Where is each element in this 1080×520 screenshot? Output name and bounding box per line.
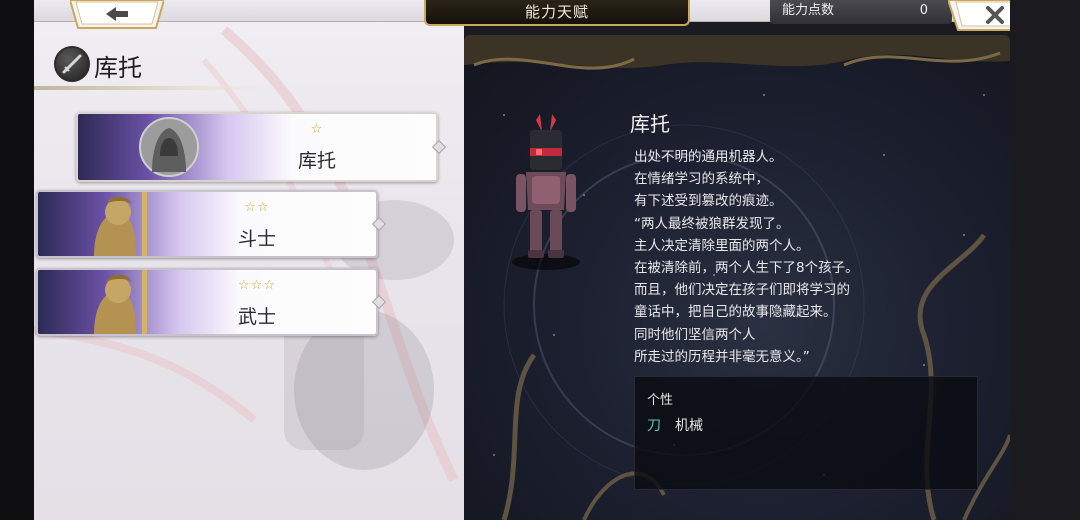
- class-card-kutuo[interactable]: ☆ 库托: [76, 112, 447, 182]
- header-divider: [34, 86, 262, 90]
- rarity-stars: ☆☆: [244, 200, 270, 215]
- back-button[interactable]: [70, 0, 164, 30]
- robot-character-sprite: [512, 114, 580, 270]
- description-line: 在被清除前，两个人生下了8个孩子。: [634, 260, 859, 277]
- rarity-stars: ☆: [310, 122, 324, 137]
- description-line: 主人决定清除里面的两个人。: [634, 237, 810, 254]
- ability-points-display: 能力点数 0: [770, 0, 952, 24]
- character-name: 库托: [94, 54, 142, 82]
- rarity-stars: ☆☆☆: [238, 278, 276, 293]
- class-label: 武士: [237, 306, 276, 328]
- description-line: “两人最终被狼群发现了。: [634, 215, 790, 232]
- ability-points-value: 0: [919, 3, 928, 18]
- sword-emblem-icon: [54, 46, 90, 82]
- blade-trait-icon: 刀: [647, 418, 661, 434]
- traits-title: 个性: [647, 393, 674, 408]
- detail-name: 库托: [630, 112, 670, 136]
- description-line: 而且，他们决定在孩子们即将学习的: [634, 282, 850, 299]
- trait-label: 机械: [675, 418, 703, 434]
- right-letterbox: [1010, 0, 1080, 520]
- traits-box: 个性 刀 机械: [634, 376, 978, 490]
- ability-points-label: 能力点数: [782, 3, 835, 18]
- description-line: 有下述受到篡改的痕迹。: [634, 193, 783, 210]
- left-letterbox: [0, 0, 34, 520]
- description-line: 同时他们坚信两个人: [634, 326, 756, 343]
- class-label: 库托: [297, 150, 336, 172]
- description-line: 在情绪学习的系统中，: [634, 171, 769, 188]
- class-label: 斗士: [237, 228, 276, 250]
- class-card-samurai[interactable]: ☆☆☆ 武士: [36, 268, 387, 336]
- class-card-fighter[interactable]: ☆☆ 斗士: [36, 190, 387, 258]
- description-line: 出处不明的通用机器人。: [634, 149, 783, 165]
- description-line: 童话中，把自己的故事隐藏起来。: [634, 304, 837, 321]
- character-description: 出处不明的通用机器人。 在情绪学习的系统中， 有下述受到篡改的痕迹。 “两人最终…: [634, 146, 914, 368]
- character-header: 库托: [54, 44, 274, 84]
- description-line: 所走过的历程并非毫无意义。”: [634, 348, 810, 365]
- game-screen: 能力天赋 能力点数 0 库托 ☆ 库托 ☆☆ 斗士 ☆☆☆ 武士 库托 出处不明…: [0, 0, 1080, 520]
- page-title: 能力天赋: [424, 0, 690, 26]
